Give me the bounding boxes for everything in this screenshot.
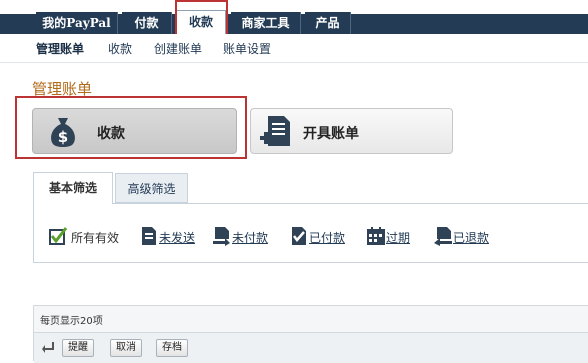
create-invoice-button[interactable]: 开具账单 [250, 108, 453, 154]
subnav-create-invoice[interactable]: 创建账单 [154, 40, 202, 57]
subnav-receive[interactable]: 收款 [108, 40, 132, 57]
document-icon [142, 227, 156, 245]
subnav-invoice-settings[interactable]: 账单设置 [223, 40, 271, 57]
refund-icon [434, 227, 452, 246]
tab-advanced-filter[interactable]: 高级筛选 [115, 173, 188, 203]
cancel-button[interactable]: 取消 [110, 339, 142, 357]
filter-refunded-label: 已退款 [453, 231, 490, 245]
subnav-manage-invoices[interactable]: 管理账单 [36, 40, 84, 57]
create-invoice-button-label: 开具账单 [303, 126, 359, 142]
remind-button[interactable]: 提醒 [62, 339, 94, 357]
calendar-icon [367, 227, 385, 245]
return-arrow-icon [42, 341, 54, 356]
tab-products[interactable]: 产品 [305, 12, 351, 34]
tab-my-paypal[interactable]: 我的PayPal [36, 12, 118, 34]
checkmark-list-icon [49, 227, 68, 245]
sub-nav: 管理账单 收款 创建账单 账单设置 [0, 34, 588, 63]
document-add-icon [260, 114, 292, 153]
filter-all-active-label: 所有有效 [71, 231, 120, 245]
tab-send-money[interactable]: 付款 [122, 12, 172, 34]
archive-button[interactable]: 存档 [156, 339, 188, 357]
per-page-text: 每页显示20项 [40, 316, 103, 327]
document-check-icon [292, 227, 306, 245]
top-nav: 我的PayPal 付款 收款 商家工具 产品 [0, 0, 588, 40]
filter-unpaid-label: 未付款 [232, 231, 269, 245]
document-arrow-icon [213, 227, 230, 246]
filter-unsent-label: 未发送 [159, 231, 196, 245]
tab-merchant-tools[interactable]: 商家工具 [231, 12, 301, 34]
bulk-actions-bar: 提醒 取消 存档 [34, 332, 588, 363]
results-panel: 每页显示20项 提醒 取消 存档 [33, 305, 588, 363]
receive-highlight-box [15, 96, 247, 159]
filter-paid-label: 已付款 [309, 231, 346, 245]
tab-basic-filter[interactable]: 基本筛选 [33, 172, 113, 204]
filter-overdue-label: 过期 [386, 231, 411, 245]
